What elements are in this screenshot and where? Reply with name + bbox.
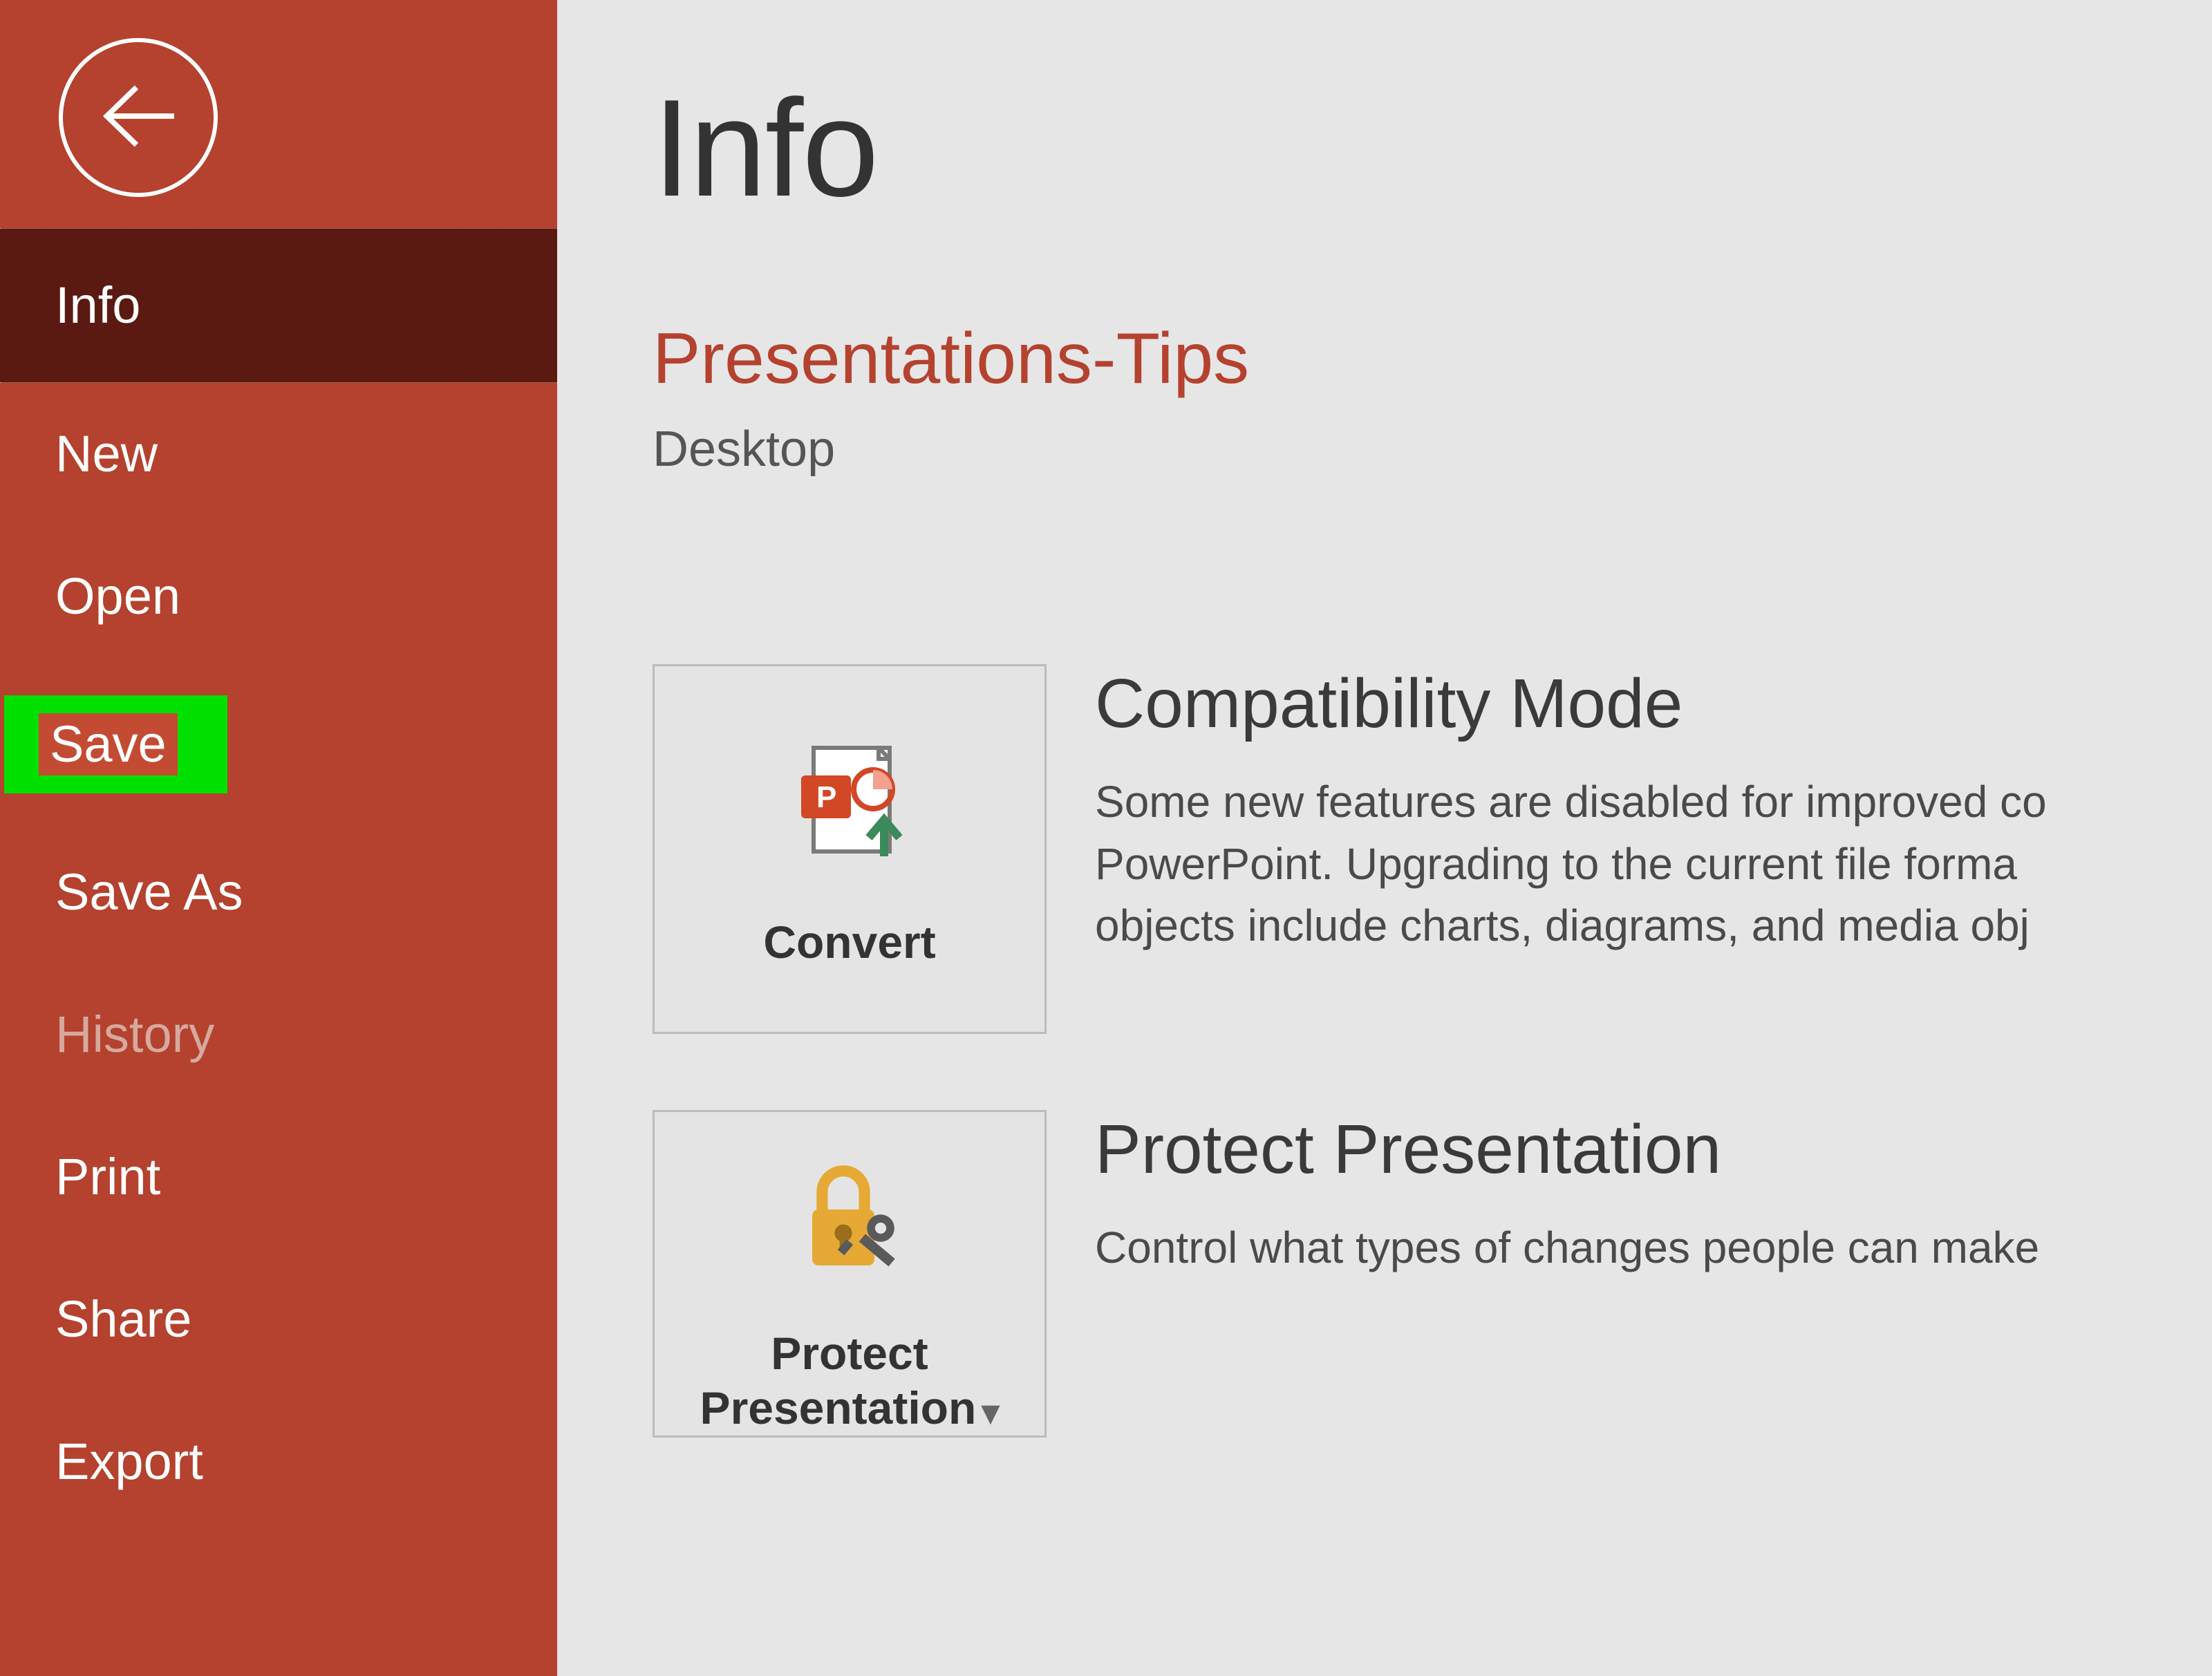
tutorial-highlight: Save [4, 695, 227, 793]
sidebar-item-label: Save [50, 715, 167, 773]
sidebar-item-label: Export [55, 1433, 203, 1490]
sidebar-item-label: Share [55, 1290, 191, 1348]
sidebar-item-label: New [55, 425, 158, 482]
svg-text:P: P [816, 780, 836, 814]
arrow-left-icon [93, 71, 183, 164]
sidebar-item-save-as[interactable]: Save As [0, 821, 557, 963]
sidebar-item-label: Print [55, 1148, 160, 1205]
chevron-down-icon: ▾ [982, 1393, 999, 1431]
sidebar-item-open[interactable]: Open [0, 525, 557, 668]
convert-button[interactable]: P Convert [653, 664, 1047, 1034]
section-body: Some new features are disabled for impro… [1095, 771, 2212, 957]
section-text: Protect Presentation Control what types … [1095, 1110, 2212, 1438]
sidebar-item-print[interactable]: Print [0, 1106, 557, 1248]
section-heading: Protect Presentation [1095, 1110, 2212, 1189]
back-circle [59, 38, 218, 197]
content-pane: Info Presentations-Tips Desktop P [557, 0, 2212, 1676]
sidebar: Info New Open Save Save As History [0, 0, 557, 1676]
sidebar-item-save[interactable]: Save [39, 713, 178, 775]
backstage-view: Info New Open Save Save As History [0, 0, 2212, 1676]
body-line: Some new features are disabled for impro… [1095, 771, 2212, 834]
sidebar-menu: Info New Open Save Save As History [0, 228, 557, 1533]
section-body: Control what types of changes people can… [1095, 1217, 2212, 1279]
sidebar-item-info[interactable]: Info [0, 228, 557, 383]
back-button[interactable] [55, 35, 221, 200]
protect-presentation-button[interactable]: Protect Presentation▾ [653, 1110, 1047, 1438]
sidebar-item-save-highlight: Save [0, 695, 557, 793]
sidebar-item-history: History [0, 963, 557, 1106]
body-line: PowerPoint. Upgrading to the current fil… [1095, 834, 2212, 896]
sidebar-item-label: Save As [55, 863, 243, 921]
sidebar-item-export[interactable]: Export [0, 1391, 557, 1533]
sidebar-item-label: Open [55, 567, 180, 625]
section-compatibility: P Convert Compatibility Mode Some new fe… [653, 664, 2212, 1034]
section-protect: Protect Presentation▾ Protect Presentati… [653, 1110, 2212, 1438]
sidebar-item-new[interactable]: New [0, 383, 557, 525]
sidebar-item-share[interactable]: Share [0, 1248, 557, 1391]
sidebar-item-label: History [55, 1006, 214, 1063]
document-title[interactable]: Presentations-Tips [653, 318, 2212, 400]
section-heading: Compatibility Mode [1095, 664, 2212, 744]
powerpoint-convert-icon: P [774, 728, 926, 881]
tile-label-text: Protect Presentation [700, 1328, 977, 1433]
tile-label: Protect Presentation▾ [655, 1326, 1044, 1435]
sidebar-item-label: Info [55, 276, 140, 334]
tile-label: Convert [763, 915, 935, 970]
body-line: objects include charts, diagrams, and me… [1095, 895, 2212, 957]
page-title: Info [653, 69, 2212, 228]
lock-key-icon [774, 1140, 926, 1292]
section-text: Compatibility Mode Some new features are… [1095, 664, 2212, 1034]
body-line: Control what types of changes people can… [1095, 1217, 2212, 1279]
document-location[interactable]: Desktop [653, 421, 2212, 478]
